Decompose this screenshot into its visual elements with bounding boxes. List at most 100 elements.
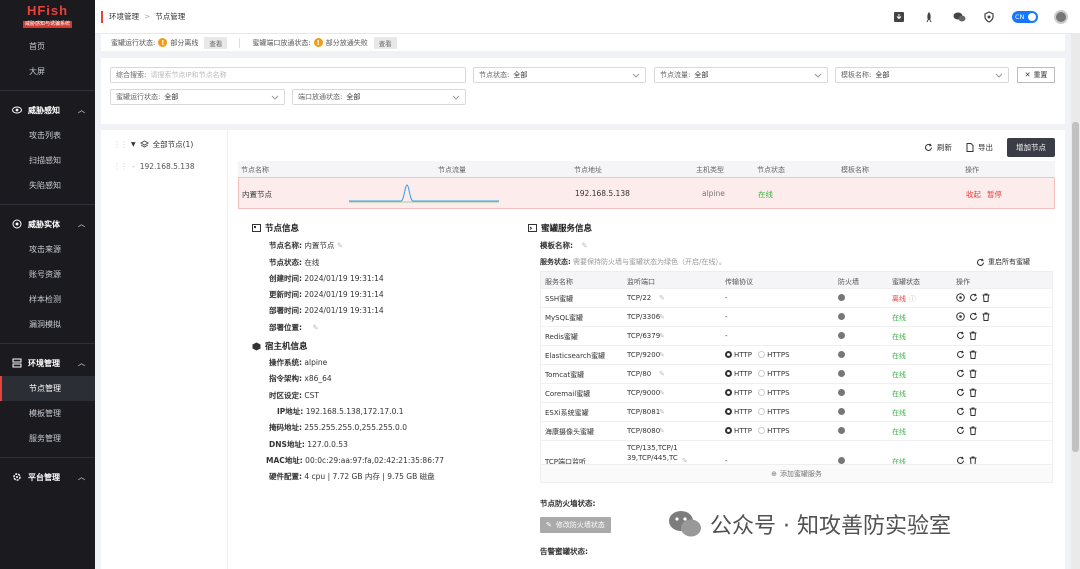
- edit-icon[interactable]: ✎: [337, 241, 343, 250]
- nav-account-resource[interactable]: 账号资源: [0, 262, 95, 287]
- node-info-title: 节点信息: [252, 222, 299, 234]
- restart-icon[interactable]: [956, 350, 965, 359]
- nav-attack-source[interactable]: 攻击来源: [0, 237, 95, 262]
- edit-icon[interactable]: ✎: [312, 323, 318, 332]
- download-icon[interactable]: [892, 10, 906, 24]
- view-run-status-button[interactable]: 查看: [204, 36, 228, 49]
- radio-https[interactable]: [758, 427, 766, 434]
- firewall-dot-icon: [838, 332, 845, 341]
- edit-icon[interactable]: ✎: [659, 332, 665, 340]
- toolbar: 刷新 导出 增加节点: [924, 138, 1055, 157]
- trash-icon[interactable]: [969, 407, 977, 416]
- nav-bigscreen[interactable]: 大屏: [0, 59, 95, 84]
- tree-root[interactable]: ⋮⋮ ▼ 全部节点(1): [113, 139, 193, 150]
- nav-group-env-management[interactable]: 环境管理 ︿: [0, 350, 95, 376]
- radio-https[interactable]: [758, 389, 766, 396]
- service-port: TCP/9000: [627, 389, 661, 397]
- service-state: 在线: [892, 409, 906, 417]
- pause-link[interactable]: 暂停: [987, 189, 1002, 200]
- edit-icon[interactable]: ✎: [659, 370, 665, 378]
- edit-icon[interactable]: ✎: [659, 408, 665, 416]
- node-traffic-select[interactable]: 节点流量: 全部: [654, 67, 828, 83]
- template-select[interactable]: 模板名称: 全部: [835, 67, 1009, 83]
- nav-group-threat-perception[interactable]: 威胁感知 ︿: [0, 97, 95, 123]
- trash-icon[interactable]: [969, 331, 977, 340]
- stop-icon[interactable]: [956, 312, 965, 321]
- logo: HFish 威胁感知与诱骗系统: [0, 0, 95, 34]
- trash-icon[interactable]: [969, 426, 977, 435]
- node-table-header: 节点名称 节点流量 节点地址 主机类型 节点状态 模板名称 操作: [238, 161, 1055, 177]
- nav-compromise-perception[interactable]: 失陷感知: [0, 173, 95, 198]
- nav-template-management[interactable]: 模板管理: [0, 401, 95, 426]
- radio-https[interactable]: [758, 370, 766, 377]
- nav-sample-detection[interactable]: 样本检测: [0, 287, 95, 312]
- modify-firewall-button[interactable]: ✎ 修改防火墙状态: [540, 517, 611, 533]
- radio-https[interactable]: [758, 351, 766, 358]
- restart-icon[interactable]: [956, 388, 965, 397]
- radio-http[interactable]: [725, 408, 732, 415]
- avatar[interactable]: [1054, 9, 1068, 24]
- restart-icon[interactable]: [956, 331, 965, 340]
- radio-http[interactable]: [725, 389, 732, 396]
- service-port: TCP/8080: [627, 427, 661, 435]
- port-status-select[interactable]: 端口放通状态: 全部: [292, 89, 466, 105]
- restart-icon[interactable]: [969, 293, 978, 302]
- tree-node-item[interactable]: ⋮⋮ - 192.168.5.138: [113, 162, 195, 171]
- service-state: 在线: [892, 352, 906, 360]
- restart-icon[interactable]: [956, 407, 965, 416]
- rocket-icon[interactable]: [922, 10, 936, 24]
- radio-http[interactable]: [725, 351, 732, 358]
- honeypot-status-select[interactable]: 蜜罐运行状态: 全部: [110, 89, 285, 105]
- stop-icon[interactable]: [956, 293, 965, 302]
- nav-service-management[interactable]: 服务管理: [0, 426, 95, 451]
- nav-attack-list[interactable]: 攻击列表: [0, 123, 95, 148]
- node-status-select[interactable]: 节点状态: 全部: [473, 67, 646, 83]
- edit-icon[interactable]: ✎: [659, 294, 665, 302]
- collapse-link[interactable]: 收起: [966, 189, 981, 200]
- nav-scan-perception[interactable]: 扫描感知: [0, 148, 95, 173]
- nav-node-management[interactable]: 节点管理: [0, 376, 95, 401]
- reset-button[interactable]: ✕ 重置: [1017, 67, 1055, 83]
- trash-icon[interactable]: [982, 293, 990, 302]
- service-name: SSH蜜罐: [545, 295, 574, 303]
- table-row[interactable]: 内置节点 192.168.5.138 alpine 在线 收起 暂停: [238, 177, 1055, 209]
- edit-icon[interactable]: ✎: [581, 241, 587, 250]
- nav-vuln-simulation[interactable]: 漏洞模拟: [0, 312, 95, 337]
- chevron-up-icon: ︿: [78, 473, 85, 481]
- restart-all-button[interactable]: 重启所有蜜罐: [976, 257, 1030, 267]
- edit-icon[interactable]: ✎: [659, 427, 665, 435]
- refresh-button[interactable]: 刷新: [924, 142, 952, 153]
- radio-https[interactable]: [758, 408, 766, 415]
- scrollbar[interactable]: [1071, 34, 1080, 569]
- view-port-status-button[interactable]: 查看: [373, 36, 397, 49]
- trash-icon[interactable]: [982, 312, 990, 321]
- restart-icon[interactable]: [969, 312, 978, 321]
- restart-icon[interactable]: [956, 369, 965, 378]
- export-button[interactable]: 导出: [966, 142, 993, 153]
- service-name: Tomcat蜜罐: [545, 371, 585, 379]
- add-node-button[interactable]: 增加节点: [1007, 138, 1055, 157]
- edit-icon[interactable]: ✎: [659, 351, 665, 359]
- radio-http[interactable]: [725, 427, 732, 434]
- nav-home[interactable]: 首页: [0, 34, 95, 59]
- trash-icon[interactable]: [969, 369, 977, 378]
- table-row: ESXi系统蜜罐 TCP/8081 ✎ HTTP HTTPS 在线: [541, 402, 1052, 421]
- search-input[interactable]: 综合搜索: 请搜索节点IP和节点名称: [110, 67, 466, 83]
- firewall-dot-icon: [838, 408, 845, 417]
- edit-icon[interactable]: ✎: [659, 313, 665, 321]
- trash-icon[interactable]: [969, 350, 977, 359]
- restart-icon[interactable]: [956, 426, 965, 435]
- edit-icon[interactable]: ✎: [659, 389, 665, 397]
- trash-icon[interactable]: [969, 388, 977, 397]
- add-service-button[interactable]: ⊕ 添加蜜罐服务: [541, 464, 1052, 482]
- filter-panel: 综合搜索: 请搜索节点IP和节点名称 节点状态: 全部 节点流量: 全部 模板名称: 全…: [101, 58, 1065, 124]
- breadcrumb-env[interactable]: 环境管理: [109, 11, 139, 22]
- nav-group-platform-management[interactable]: 平台管理 ︿: [0, 464, 95, 490]
- shield-icon[interactable]: [982, 10, 996, 24]
- node-panel: 刷新 导出 增加节点 节点名称 节点流量 节点地址 主机类型 节点状态 模板名称…: [238, 130, 1055, 569]
- chevron-up-icon: ︿: [78, 106, 85, 114]
- nav-group-threat-entity[interactable]: 威胁实体 ︿: [0, 211, 95, 237]
- wechat-icon[interactable]: [952, 10, 966, 24]
- language-toggle[interactable]: CN: [1012, 10, 1038, 23]
- radio-http[interactable]: [725, 370, 732, 377]
